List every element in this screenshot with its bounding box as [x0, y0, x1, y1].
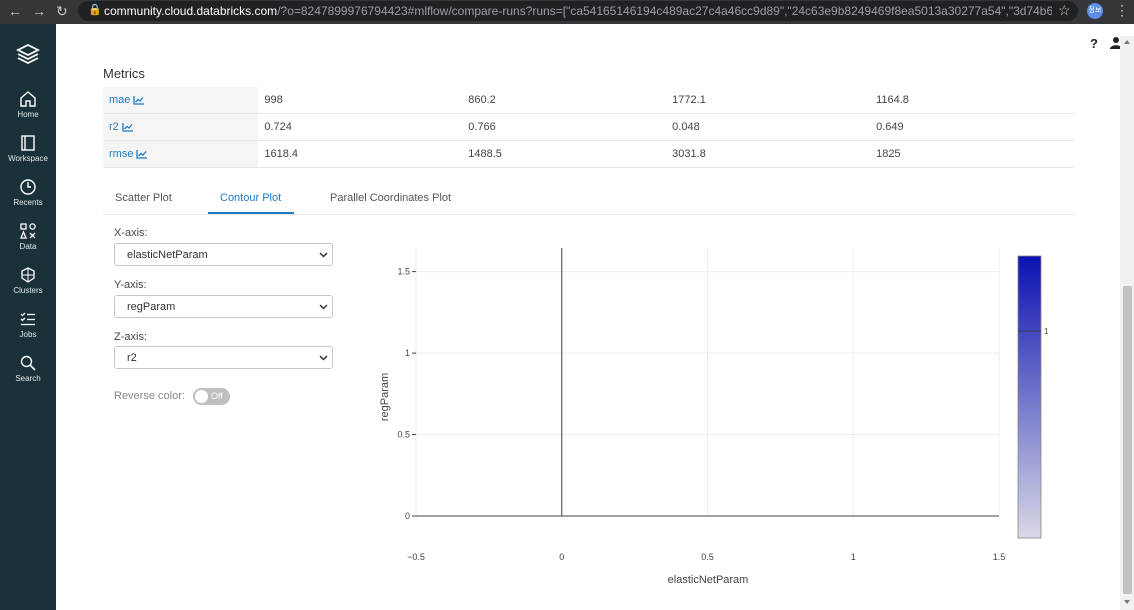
tab-scatter-plot[interactable]: Scatter Plot — [115, 192, 172, 204]
metric-value: 1825 — [870, 140, 1074, 168]
reverse-color-label: Reverse color: — [114, 390, 185, 402]
lock-icon: 🔒 — [88, 4, 102, 16]
metric-value: 0.766 — [462, 113, 667, 141]
reload-icon[interactable]: ↻ — [56, 3, 68, 20]
toggle-state-text: Off — [211, 391, 223, 401]
tab-parallel-coordinates-plot[interactable]: Parallel Coordinates Plot — [330, 192, 451, 204]
sidebar: Home Workspace Recents Data Clusters Job… — [0, 24, 56, 610]
data-icon — [20, 223, 36, 239]
metric-name-cell[interactable]: r2 — [103, 113, 259, 141]
sidebar-item-clusters[interactable]: Clusters — [0, 266, 56, 306]
plot-tabs: Scatter Plot Contour Plot Parallel Coord… — [103, 184, 1074, 215]
sidebar-item-search[interactable]: Search — [0, 354, 56, 394]
sidebar-item-recents[interactable]: Recents — [0, 178, 56, 218]
workspace-icon — [21, 135, 35, 151]
metric-name-cell[interactable]: rmse — [103, 140, 259, 168]
z-axis-select[interactable]: r2 — [114, 346, 333, 369]
jobs-icon — [20, 312, 35, 326]
clock-icon — [20, 179, 36, 195]
bookmark-star-icon[interactable]: ☆ — [1058, 2, 1071, 19]
line-chart-icon[interactable] — [133, 95, 145, 105]
scrollbar-thumb[interactable] — [1123, 286, 1132, 594]
sidebar-item-label: Jobs — [19, 330, 37, 339]
sidebar-item-label: Recents — [13, 198, 43, 207]
sidebar-item-jobs[interactable]: Jobs — [0, 310, 56, 350]
table-row: r2 0.724 0.766 0.048 0.649 — [103, 113, 1074, 141]
table-row: rmse 1618.4 1488.5 3031.8 1825 — [103, 140, 1074, 168]
sidebar-item-label: Data — [19, 242, 37, 251]
metric-value: 1772.1 — [666, 87, 871, 114]
clusters-icon — [21, 267, 35, 283]
metric-value: 1164.8 — [870, 87, 1074, 114]
tab-contour-plot[interactable]: Contour Plot — [220, 192, 281, 204]
x-axis-select[interactable]: elasticNetParam — [114, 243, 333, 266]
main-content: ? Metrics mae 998 860.2 1772.1 1164.8 r2… — [56, 24, 1122, 610]
metric-name[interactable]: mae — [109, 94, 130, 106]
metric-name-cell[interactable]: mae — [103, 87, 259, 114]
home-icon — [20, 91, 36, 107]
forward-icon[interactable]: → — [32, 3, 46, 19]
sidebar-item-label: Clusters — [13, 286, 43, 295]
chevron-down-icon — [319, 355, 328, 361]
metric-value: 0.048 — [666, 113, 871, 141]
y-axis-label: Y-axis: — [114, 279, 147, 291]
profile-avatar[interactable]: 정보 — [1087, 3, 1103, 19]
x-axis-select-value: elasticNetParam — [127, 249, 208, 261]
sidebar-item-label: Workspace — [8, 154, 48, 163]
metric-value: 998 — [258, 87, 463, 114]
scroll-down-arrow-icon[interactable] — [1124, 600, 1130, 604]
metric-value: 860.2 — [462, 87, 667, 114]
sidebar-item-data[interactable]: Data — [0, 222, 56, 262]
sidebar-item-home[interactable]: Home — [0, 90, 56, 130]
active-tab-indicator — [208, 212, 294, 214]
search-icon — [20, 355, 36, 371]
sidebar-item-label: Home — [17, 110, 39, 119]
help-icon[interactable]: ? — [1090, 36, 1098, 51]
line-chart-icon[interactable] — [136, 149, 148, 159]
url-text[interactable]: community.cloud.databricks.com/?o=824789… — [104, 4, 1052, 18]
metrics-table: mae 998 860.2 1772.1 1164.8 r2 0.724 0.7… — [103, 87, 1074, 168]
toggle-knob — [195, 390, 208, 403]
table-row: mae 998 860.2 1772.1 1164.8 — [103, 87, 1074, 114]
sidebar-item-label: Search — [15, 374, 41, 383]
sidebar-item-workspace[interactable]: Workspace — [0, 134, 56, 174]
browser-toolbar: ← → ↻ 🔒 community.cloud.databricks.com/?… — [0, 0, 1134, 24]
metric-value: 0.724 — [258, 113, 463, 141]
metric-value: 3031.8 — [666, 140, 871, 168]
back-icon[interactable]: ← — [8, 3, 22, 19]
scroll-up-arrow-icon[interactable] — [1124, 40, 1130, 44]
z-axis-select-value: r2 — [127, 352, 137, 364]
metric-name[interactable]: r2 — [109, 121, 119, 133]
chevron-down-icon — [319, 252, 328, 258]
browser-menu-icon[interactable]: ⋮ — [1115, 2, 1129, 19]
y-axis-select-value: regParam — [127, 301, 176, 313]
y-axis-select[interactable]: regParam — [114, 295, 333, 318]
metrics-title: Metrics — [103, 66, 145, 81]
metric-value: 1488.5 — [462, 140, 667, 168]
reverse-color-toggle[interactable]: Off — [193, 388, 230, 405]
x-axis-label: X-axis: — [114, 227, 148, 239]
metric-value: 1618.4 — [258, 140, 463, 168]
chevron-down-icon — [319, 304, 328, 310]
z-axis-label: Z-axis: — [114, 331, 147, 343]
databricks-logo-icon[interactable] — [15, 42, 41, 68]
metric-value: 0.649 — [870, 113, 1074, 141]
line-chart-icon[interactable] — [122, 122, 133, 132]
metric-name[interactable]: rmse — [109, 148, 133, 160]
